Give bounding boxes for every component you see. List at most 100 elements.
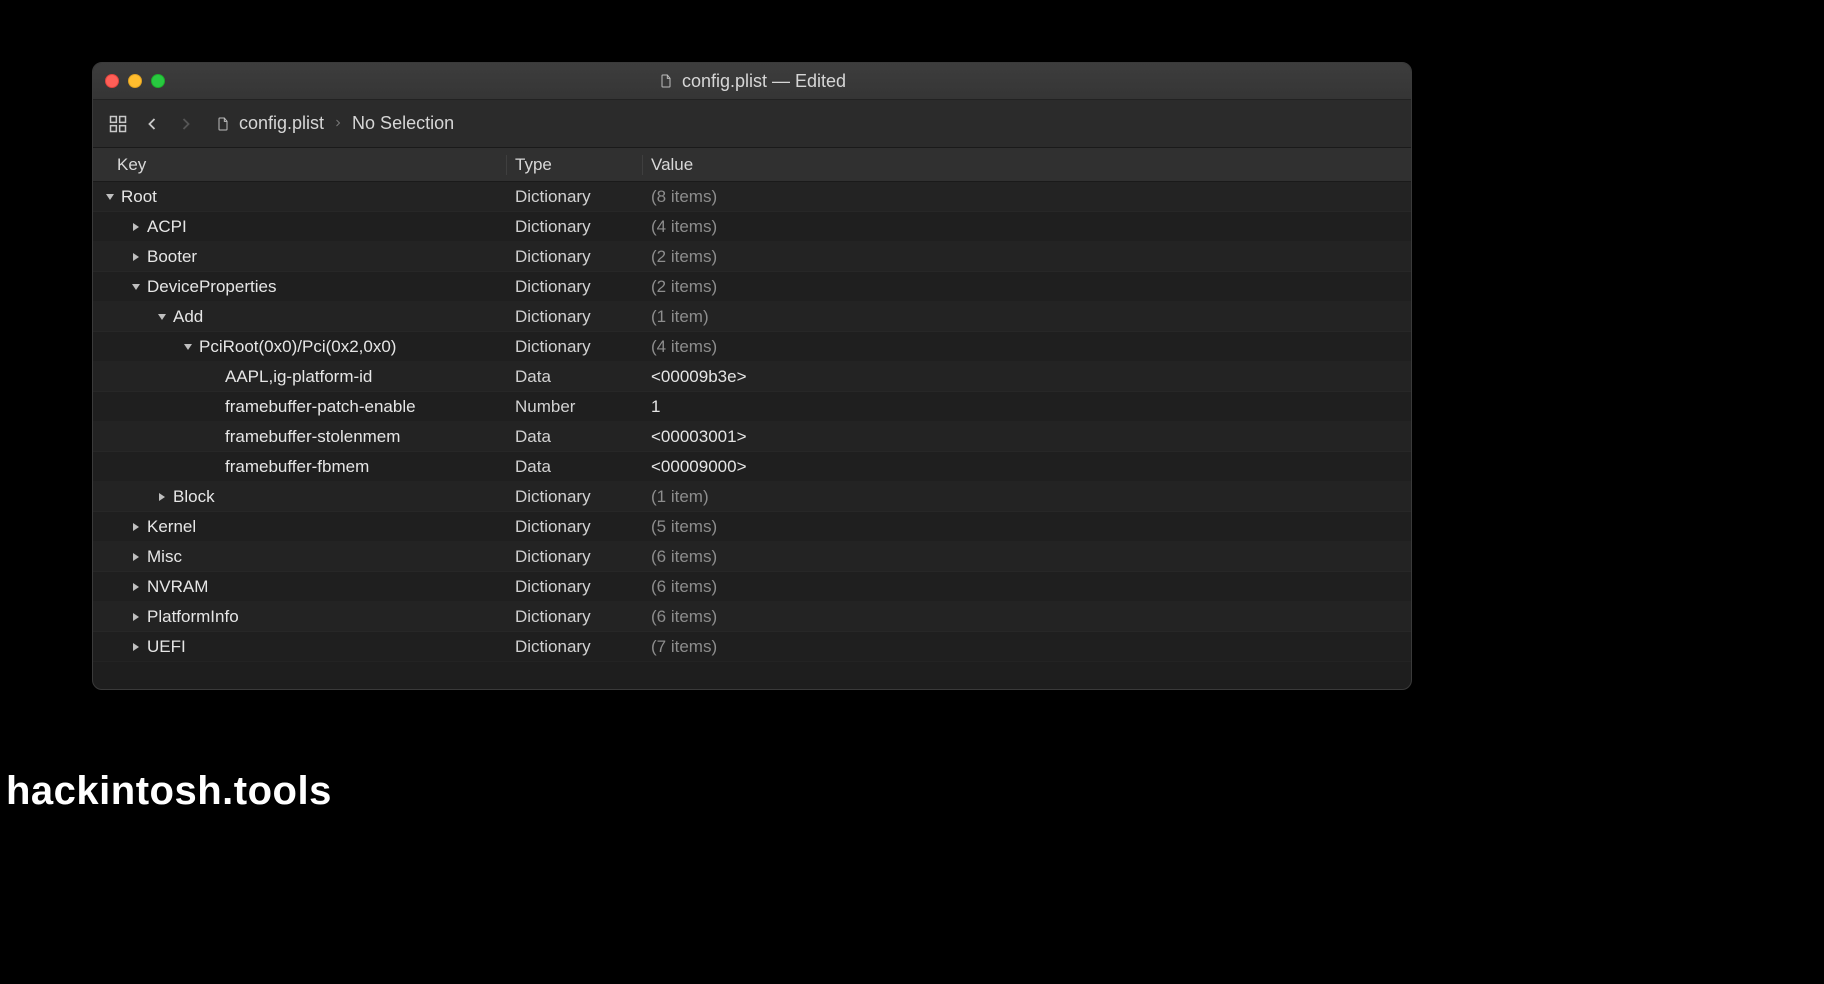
key-label[interactable]: UEFI — [147, 637, 186, 657]
column-header-key[interactable]: Key — [93, 155, 507, 175]
close-window-button[interactable] — [105, 74, 119, 88]
key-cell[interactable]: ACPI — [93, 217, 507, 237]
key-label[interactable]: framebuffer-patch-enable — [225, 397, 416, 417]
table-row[interactable]: Misc Dictionary(6 items) — [93, 542, 1411, 572]
table-row[interactable]: PlatformInfo Dictionary(6 items) — [93, 602, 1411, 632]
key-cell[interactable]: Kernel — [93, 517, 507, 537]
key-cell[interactable]: Add — [93, 307, 507, 327]
value-cell[interactable]: (2 items) — [643, 277, 1411, 297]
disclosure-triangle-open-icon[interactable] — [103, 190, 117, 204]
value-cell[interactable]: (1 item) — [643, 487, 1411, 507]
related-items-button[interactable] — [103, 109, 133, 139]
table-row[interactable]: framebuffer-patch-enableNumber1 — [93, 392, 1411, 422]
key-label[interactable]: PlatformInfo — [147, 607, 239, 627]
type-cell[interactable]: Dictionary — [507, 577, 643, 597]
disclosure-triangle-closed-icon[interactable] — [129, 220, 143, 234]
value-cell[interactable]: <00009000> — [643, 457, 1411, 477]
key-label[interactable]: Block — [173, 487, 215, 507]
key-cell[interactable]: PlatformInfo — [93, 607, 507, 627]
disclosure-triangle-closed-icon[interactable] — [129, 580, 143, 594]
key-label[interactable]: DeviceProperties — [147, 277, 276, 297]
table-row[interactable]: AddDictionary(1 item) — [93, 302, 1411, 332]
plist-outline[interactable]: RootDictionary(8 items)ACPIDictionary(4 … — [93, 182, 1411, 689]
value-cell[interactable]: (2 items) — [643, 247, 1411, 267]
value-cell[interactable]: (8 items) — [643, 187, 1411, 207]
key-cell[interactable]: NVRAM — [93, 577, 507, 597]
table-row[interactable]: Kernel Dictionary(5 items) — [93, 512, 1411, 542]
breadcrumb-selection[interactable]: No Selection — [352, 113, 454, 134]
table-row[interactable]: Block Dictionary(1 item) — [93, 482, 1411, 512]
column-header-type[interactable]: Type — [507, 155, 643, 175]
table-row[interactable]: framebuffer-stolenmem Data<00003001> — [93, 422, 1411, 452]
key-label[interactable]: Misc — [147, 547, 182, 567]
disclosure-triangle-closed-icon[interactable] — [155, 490, 169, 504]
type-cell[interactable]: Dictionary — [507, 307, 643, 327]
disclosure-triangle-open-icon[interactable] — [181, 340, 195, 354]
disclosure-triangle-closed-icon[interactable] — [129, 640, 143, 654]
type-cell[interactable]: Data — [507, 427, 643, 447]
table-row[interactable]: NVRAM Dictionary(6 items) — [93, 572, 1411, 602]
table-row[interactable]: AAPL,ig-platform-id Data<00009b3e> — [93, 362, 1411, 392]
type-cell[interactable]: Dictionary — [507, 277, 643, 297]
value-cell[interactable]: (4 items) — [643, 217, 1411, 237]
value-cell[interactable]: (5 items) — [643, 517, 1411, 537]
breadcrumb-file[interactable]: config.plist — [239, 113, 324, 134]
key-cell[interactable]: framebuffer-patch-enable — [93, 397, 507, 417]
table-row[interactable]: Booter Dictionary(2 items) — [93, 242, 1411, 272]
disclosure-triangle-closed-icon[interactable] — [129, 550, 143, 564]
key-cell[interactable]: PciRoot(0x0)/Pci(0x2,0x0) — [93, 337, 507, 357]
type-cell[interactable]: Dictionary — [507, 337, 643, 357]
column-header-value[interactable]: Value — [643, 155, 1411, 175]
type-cell[interactable]: Dictionary — [507, 517, 643, 537]
type-cell[interactable]: Dictionary — [507, 187, 643, 207]
disclosure-triangle-open-icon[interactable] — [129, 280, 143, 294]
key-cell[interactable]: AAPL,ig-platform-id — [93, 367, 507, 387]
disclosure-triangle-closed-icon[interactable] — [129, 610, 143, 624]
key-label[interactable]: Root — [121, 187, 157, 207]
table-row[interactable]: framebuffer-fbmemData<00009000> — [93, 452, 1411, 482]
key-label[interactable]: ACPI — [147, 217, 187, 237]
table-row[interactable]: DeviceProperties Dictionary(2 items) — [93, 272, 1411, 302]
type-cell[interactable]: Dictionary — [507, 217, 643, 237]
key-label[interactable]: framebuffer-fbmem — [225, 457, 369, 477]
key-label[interactable]: PciRoot(0x0)/Pci(0x2,0x0) — [199, 337, 396, 357]
type-cell[interactable]: Data — [507, 367, 643, 387]
table-row[interactable]: ACPI Dictionary(4 items) — [93, 212, 1411, 242]
key-label[interactable]: framebuffer-stolenmem — [225, 427, 400, 447]
type-cell[interactable]: Dictionary — [507, 607, 643, 627]
key-cell[interactable]: DeviceProperties — [93, 277, 507, 297]
key-cell[interactable]: Root — [93, 187, 507, 207]
zoom-window-button[interactable] — [151, 74, 165, 88]
disclosure-triangle-closed-icon[interactable] — [129, 250, 143, 264]
value-cell[interactable]: (4 items) — [643, 337, 1411, 357]
key-cell[interactable]: UEFI — [93, 637, 507, 657]
value-cell[interactable]: (7 items) — [643, 637, 1411, 657]
value-cell[interactable]: 1 — [643, 397, 1411, 417]
value-cell[interactable]: <00009b3e> — [643, 367, 1411, 387]
type-cell[interactable]: Dictionary — [507, 487, 643, 507]
titlebar[interactable]: config.plist — Edited — [93, 63, 1411, 100]
key-cell[interactable]: Booter — [93, 247, 507, 267]
value-cell[interactable]: (6 items) — [643, 607, 1411, 627]
minimize-window-button[interactable] — [128, 74, 142, 88]
type-cell[interactable]: Dictionary — [507, 637, 643, 657]
key-cell[interactable]: framebuffer-stolenmem — [93, 427, 507, 447]
key-label[interactable]: NVRAM — [147, 577, 208, 597]
key-label[interactable]: Kernel — [147, 517, 196, 537]
key-cell[interactable]: Block — [93, 487, 507, 507]
type-cell[interactable]: Dictionary — [507, 247, 643, 267]
disclosure-triangle-open-icon[interactable] — [155, 310, 169, 324]
table-row[interactable]: Root Dictionary(8 items) — [93, 182, 1411, 212]
value-cell[interactable]: (1 item) — [643, 307, 1411, 327]
value-cell[interactable]: (6 items) — [643, 577, 1411, 597]
key-label[interactable]: Booter — [147, 247, 197, 267]
value-cell[interactable]: <00003001> — [643, 427, 1411, 447]
key-cell[interactable]: Misc — [93, 547, 507, 567]
table-row[interactable]: UEFI Dictionary(7 items) — [93, 632, 1411, 662]
forward-button[interactable] — [171, 109, 201, 139]
disclosure-triangle-closed-icon[interactable] — [129, 520, 143, 534]
key-label[interactable]: AAPL,ig-platform-id — [225, 367, 372, 387]
table-row[interactable]: PciRoot(0x0)/Pci(0x2,0x0) Dictionary(4 it… — [93, 332, 1411, 362]
value-cell[interactable]: (6 items) — [643, 547, 1411, 567]
type-cell[interactable]: Dictionary — [507, 547, 643, 567]
